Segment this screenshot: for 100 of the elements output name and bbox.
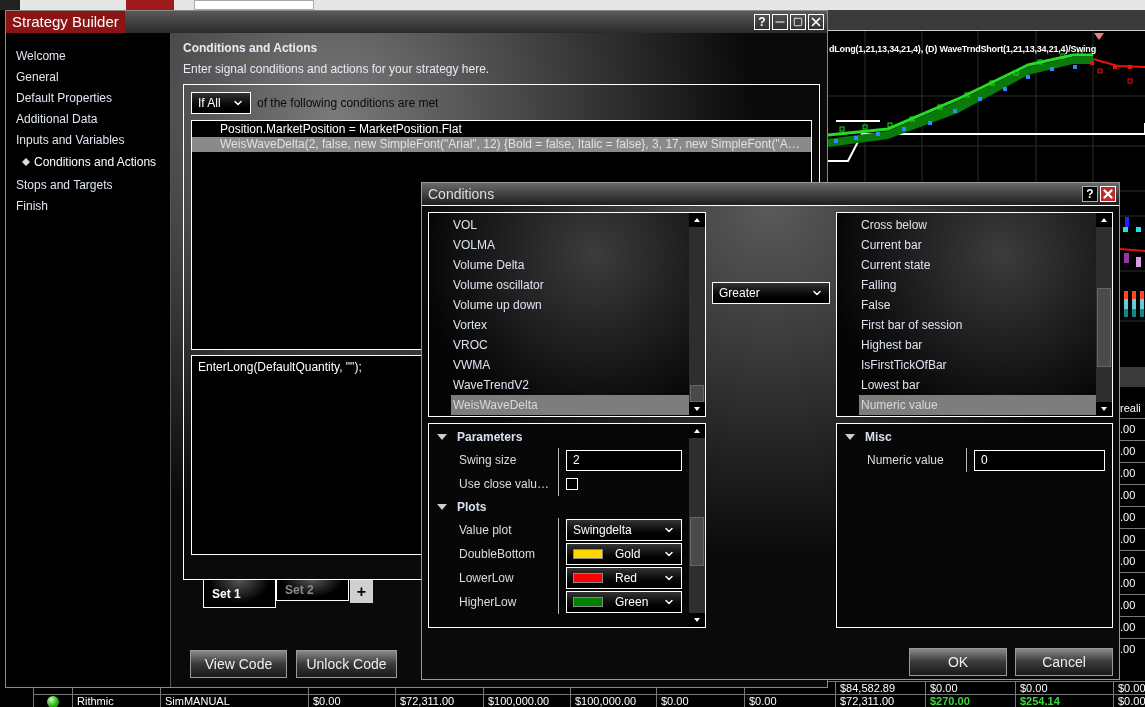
dialog-button[interactable]: Cancel [1015,648,1113,676]
scroll-thumb[interactable] [690,516,704,566]
grid-cell: $72,311.00 [395,695,483,707]
set-tab[interactable]: Set 1 [203,580,276,608]
indicator-line [1119,248,1145,252]
histogram-bars [1124,253,1141,267]
list-item[interactable]: VWMA [451,355,689,375]
value-field[interactable]: 0 [974,449,1105,471]
property-label: Numeric value [837,448,967,472]
list-item[interactable]: IsFirstTickOfBar [859,355,1096,375]
scroll-thumb[interactable] [690,384,704,402]
dialog-button[interactable]: OK [909,648,1007,676]
add-set-button[interactable]: + [350,580,373,603]
short-markers [1090,61,1133,84]
grid-cell: $72,311.00 [835,695,925,707]
grid-cell: $0.00 [744,695,835,707]
window-title: Strategy Builder [6,11,125,33]
grid-cell: $0.00 [308,695,395,707]
list-item[interactable]: VOL [451,215,689,235]
sidebar-item[interactable]: General [16,66,170,87]
sidebar-item[interactable]: Inputs and Variables [16,129,170,150]
sidebar-item[interactable]: Additional Data [16,108,170,129]
value-field[interactable]: 2 [566,449,682,471]
grid-cell: $0.00 [1113,682,1145,695]
list-item[interactable]: Volume Delta [451,255,689,275]
grid-cell: $0.00 [1015,682,1113,695]
code-button[interactable]: Unlock Code [296,650,397,678]
set-tab[interactable]: Set 2 [276,580,349,601]
property-label: Use close valu… [429,472,559,496]
checkbox[interactable] [566,478,578,490]
grid-cell: Rithmic [72,695,160,707]
dialog-title: Conditions [428,184,496,204]
condition-mode-text: of the following conditions are met [257,95,439,112]
list-item[interactable]: Highest bar [859,335,1096,355]
stacked-bars [1124,291,1144,317]
list-item[interactable]: False [859,295,1096,315]
list-item[interactable]: WaveTrendV2 [451,375,689,395]
color-dropdown[interactable]: Red [566,567,682,589]
operator-dropdown[interactable]: Greater [712,282,830,304]
grid-cell: $100,000.00 [483,695,570,707]
help-button[interactable]: ? [1082,186,1098,202]
minimize-icon[interactable] [772,14,788,30]
collapse-triangle-icon[interactable] [437,434,447,440]
property-label: Value plot [429,518,559,542]
list-item[interactable]: Volume oscillator [451,275,689,295]
sidebar-item[interactable]: Welcome [16,45,170,66]
list-item[interactable]: Volume up down [451,295,689,315]
group-header: Plots [457,499,487,516]
grid-cell: $100,000.00 [570,695,656,707]
maximize-icon[interactable] [790,14,806,30]
sidebar-item[interactable]: Finish [16,195,170,216]
column-header[interactable]: reali [1120,398,1145,418]
scrollbar[interactable] [689,213,705,416]
collapse-triangle-icon[interactable] [845,434,855,440]
section-description: Enter signal conditions and actions for your strategy here. [183,62,491,76]
list-item[interactable]: VROC [451,335,689,355]
grid-cell: $0.00 [925,682,1015,695]
sidebar-item[interactable]: Conditions and Actions [16,150,170,174]
help-button[interactable]: ? [754,14,770,30]
group-header: Parameters [457,429,523,446]
group-header: Misc [865,429,892,446]
grid-cell: $254.14 [1015,695,1113,707]
collapse-triangle-icon[interactable] [437,504,447,510]
downtrend-line [1092,58,1145,68]
chart-title: dLong(1,21,13,34,21,4), (D) WaveTrndShort(1,21,13,34,21,4)/Swing [829,43,1096,56]
level-line [835,120,881,122]
grid-cell: $0.00 [656,695,744,707]
property-label: DoubleBottom [429,542,559,566]
property-label: LowerLow [429,566,559,590]
list-item[interactable]: First bar of session [859,315,1096,335]
signal-triangle-icon [1094,33,1104,40]
sidebar-item[interactable]: Default Properties [16,87,170,108]
code-button[interactable]: View Code [190,650,287,678]
diamond-bullet-icon [22,158,30,166]
grid-cell: $84,582.89 [835,682,925,695]
list-item[interactable]: Vortex [451,315,689,335]
close-icon[interactable] [808,14,824,30]
mode-dropdown[interactable]: If All [191,92,251,114]
list-item[interactable]: Falling [859,275,1096,295]
close-icon[interactable] [1100,186,1116,202]
list-item[interactable]: Cross below [859,215,1096,235]
grid-cell: SimMANUAL [160,695,308,707]
list-item[interactable]: Lowest bar [859,375,1096,395]
property-label: Swing size [429,448,559,472]
property-label: HigherLow [429,590,559,614]
scrollbar[interactable] [1096,213,1112,416]
color-dropdown[interactable]: Green [566,591,682,613]
condition-item[interactable]: Position.MarketPosition = MarketPosition.Flat [192,122,811,137]
scroll-thumb[interactable] [1097,288,1111,367]
scrollbar[interactable] [689,424,705,627]
list-item[interactable]: Current state [859,255,1096,275]
plot-dropdown[interactable]: Swingdelta [566,519,682,541]
color-dropdown[interactable]: Gold [566,543,682,565]
grid-cell: $0.00 [1113,695,1145,707]
list-item[interactable]: Current bar [859,235,1096,255]
indicator-bars [1123,217,1141,232]
grid-cell: $270.00 [925,695,1015,707]
section-heading: Conditions and Actions [183,41,319,55]
sidebar-item[interactable]: Stops and Targets [16,174,170,195]
list-item[interactable]: VOLMA [451,235,689,255]
